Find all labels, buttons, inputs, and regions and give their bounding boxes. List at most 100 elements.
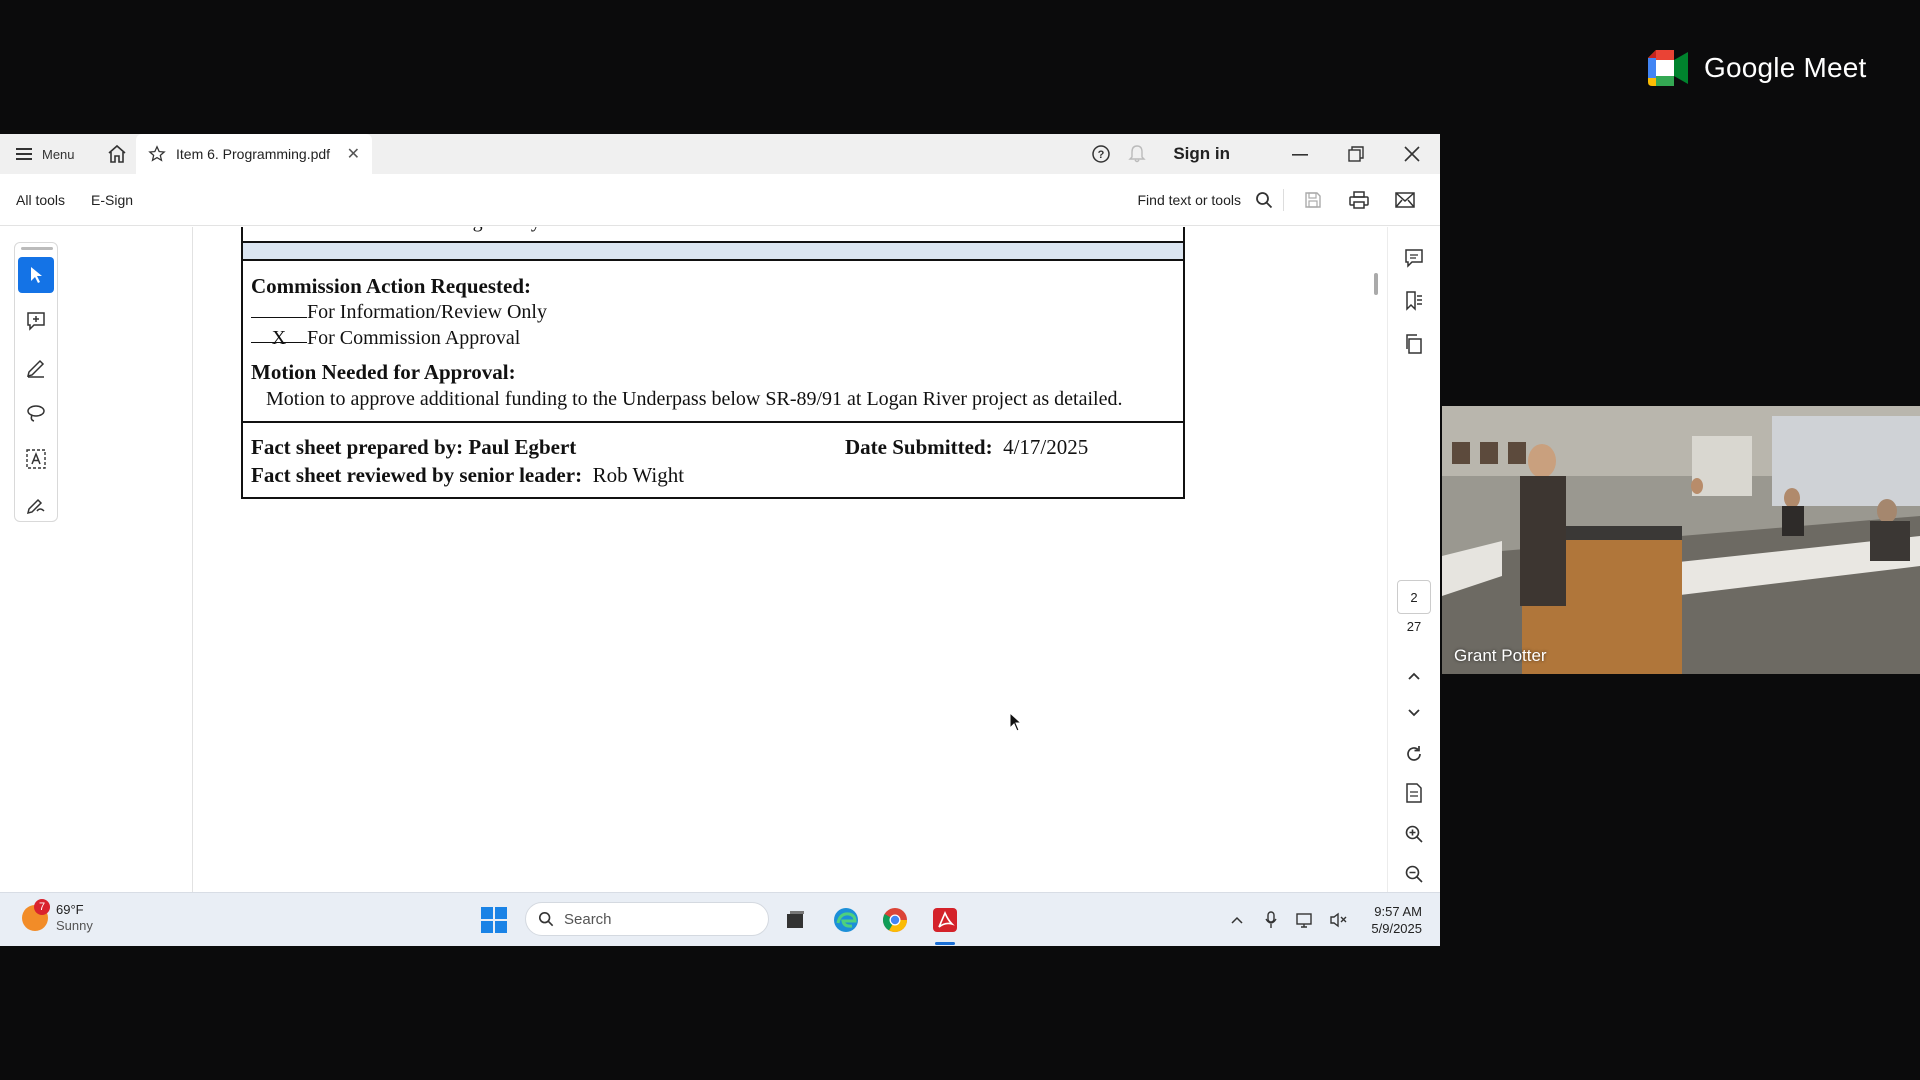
close-icon [1404,146,1420,162]
meet-camera-icon [1648,50,1688,86]
close-window-button[interactable] [1384,134,1440,174]
windows-taskbar: 7 69°F Sunny Search 9:57 AM 5/9/2025 [0,892,1440,946]
network-button[interactable] [1294,909,1316,931]
zoom-in-icon [1405,825,1423,843]
clock-date: 5/9/2025 [1371,921,1422,936]
home-button[interactable] [98,134,136,174]
notifications-button[interactable] [1119,144,1155,164]
taskbar-search[interactable]: Search [525,902,769,936]
weather-sun-icon: 7 [22,899,50,931]
print-icon [1349,190,1369,209]
find-text-button[interactable]: Find text or tools [1138,192,1242,208]
option-approval-text: For Commission Approval [307,327,521,349]
previous-page-button[interactable] [1396,659,1432,693]
tab-close-icon[interactable]: ✕ [347,144,360,164]
rail-grip[interactable] [21,247,53,250]
toolbar-divider [1283,188,1284,211]
sign-tool[interactable] [18,487,54,523]
minimize-icon [1292,154,1308,156]
pages-panel-button[interactable] [1396,327,1432,361]
document-viewport[interactable]: Attached is a letter from Logan City. Co… [194,227,1246,892]
weather-widget[interactable]: 7 69°F Sunny [22,899,93,934]
next-page-button[interactable] [1396,696,1432,730]
rotate-button[interactable] [1396,737,1432,771]
page-total: 27 [1406,619,1422,634]
edge-app-button[interactable] [829,903,863,937]
microphone-icon [1265,911,1277,928]
select-tool-button[interactable] [18,257,54,293]
page-fit-button[interactable] [1396,776,1432,810]
all-tools-link[interactable]: All tools [16,192,65,208]
sign-in-button[interactable]: Sign in [1173,144,1230,164]
volume-button[interactable] [1328,909,1350,931]
search-icon [538,911,554,927]
left-tools-panel [0,227,193,892]
lasso-icon [27,405,45,422]
mouse-pointer-icon [1009,712,1023,732]
chrome-icon [882,908,907,933]
zoom-out-icon [1405,865,1423,883]
date-submitted-label: Date Submitted: [845,435,993,459]
tray-overflow-button[interactable] [1226,909,1248,931]
participant-video-image [1442,406,1920,674]
acrobat-icon [933,908,957,932]
star-icon[interactable] [148,145,166,163]
option-info-blank [251,300,307,318]
right-panel: 2 27 [1246,227,1440,892]
acrobat-app-button[interactable] [928,903,962,937]
meet-brand-text: Google Meet [1704,52,1867,83]
shared-screen: Menu Item 6. Programming.pdf ✕ ? Sign in [0,134,1440,946]
vertical-scrollbar[interactable] [1374,273,1378,295]
document-tab[interactable]: Item 6. Programming.pdf ✕ [136,134,372,174]
reviewed-by-name: Rob Wight [592,463,685,487]
option-info-text: For Information/Review Only [307,301,547,323]
help-button[interactable]: ? [1083,144,1119,164]
start-button[interactable] [481,907,507,933]
menu-label: Menu [42,146,75,162]
volume-muted-icon [1330,912,1347,928]
microphone-button[interactable] [1260,909,1282,931]
bookmarks-panel-button[interactable] [1396,284,1432,318]
add-comment-tool[interactable] [18,303,54,339]
weather-temp: 69°F [56,902,84,917]
draw-tool[interactable] [18,395,54,431]
cut-off-row: Attached is a letter from Logan City. [243,227,1183,243]
rotate-icon [1407,746,1421,761]
chrome-app-button[interactable] [878,903,912,937]
save-button[interactable] [1290,180,1336,220]
esign-link[interactable]: E-Sign [91,192,133,208]
zoom-out-button[interactable] [1396,857,1432,891]
help-icon: ? [1092,145,1111,163]
tab-title: Item 6. Programming.pdf [176,146,331,162]
hamburger-icon [16,148,32,160]
network-icon [1296,913,1312,928]
chevron-down-icon [1408,709,1420,717]
email-button[interactable] [1382,180,1428,220]
text-tool[interactable] [18,441,54,477]
clock-time: 9:57 AM [1374,904,1422,919]
minimize-button[interactable] [1272,134,1328,174]
menu-button[interactable]: Menu [0,147,98,162]
print-button[interactable] [1336,180,1382,220]
fact-sheet-table: Attached is a letter from Logan City. Co… [241,227,1185,499]
shaded-separator-row [243,243,1183,261]
weather-condition: Sunny [56,918,93,933]
find-search-button[interactable] [1251,180,1277,220]
participant-video-tile[interactable]: Grant Potter [1442,406,1920,674]
fill-sign-icon [26,498,45,515]
zoom-in-button[interactable] [1396,817,1432,851]
chevron-up-icon [1231,916,1243,924]
page-number-input[interactable]: 2 [1397,580,1431,614]
system-tray [1226,909,1350,931]
active-app-indicator [935,942,955,945]
pen-icon [26,359,45,378]
restore-button[interactable] [1328,134,1384,174]
text-box-icon [26,449,46,469]
comments-panel-button[interactable] [1396,241,1432,275]
task-view-button[interactable] [778,903,812,937]
highlight-tool[interactable] [18,349,54,385]
comments-icon [1405,249,1423,268]
right-tool-column: 2 27 [1387,227,1440,892]
option-info-line: For Information/Review Only [251,299,1175,325]
taskbar-clock[interactable]: 9:57 AM 5/9/2025 [1362,903,1422,937]
